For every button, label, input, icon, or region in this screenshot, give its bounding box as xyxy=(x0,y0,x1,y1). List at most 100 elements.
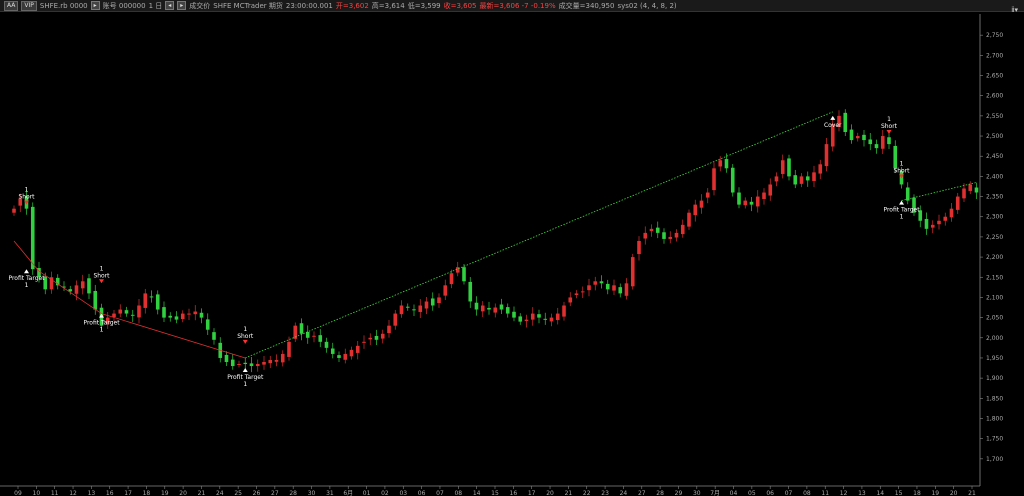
candle-body xyxy=(855,136,860,139)
candle-body xyxy=(593,281,598,285)
candle-body xyxy=(618,287,623,294)
candle-body xyxy=(655,227,660,233)
candle-body xyxy=(30,206,35,270)
x-tick-label: 20 xyxy=(179,490,187,496)
x-tick-label: 24 xyxy=(620,490,628,496)
x-tick-label: 21 xyxy=(565,490,573,496)
candle-body xyxy=(205,319,210,330)
candle-body xyxy=(868,139,873,145)
x-tick-label: 31 xyxy=(326,490,334,496)
x-tick-label: 26 xyxy=(253,490,261,496)
candle-body xyxy=(343,353,348,360)
y-tick-label: 2,150 xyxy=(986,274,1003,281)
candle-body xyxy=(68,289,73,292)
candle-body xyxy=(662,232,666,239)
signal-label: Short xyxy=(18,194,35,201)
candle-body xyxy=(793,175,798,185)
x-tick-label: 19 xyxy=(931,490,939,496)
candle-body xyxy=(480,305,485,312)
candle-body xyxy=(762,192,766,199)
candle-body xyxy=(880,136,885,149)
x-tick-label: 10 xyxy=(33,490,41,496)
chart-window: AA VIP SHFE.rb 0000 ▸ 账号 000000 1 日 ◂ ▸ … xyxy=(0,0,1024,496)
candle-body xyxy=(280,353,285,363)
candle-body xyxy=(355,345,360,353)
signal-label: Short xyxy=(93,272,110,279)
y-tick-label: 2,300 xyxy=(986,214,1003,221)
candle-body xyxy=(418,305,423,312)
x-tick-label: 13 xyxy=(858,490,866,496)
signal-qty: 1 xyxy=(900,214,904,221)
x-tick-label: 01 xyxy=(363,490,371,496)
candle-body xyxy=(674,232,679,238)
candle-body xyxy=(755,196,760,207)
candle-body xyxy=(474,302,479,310)
candle-body xyxy=(680,224,685,235)
candle-body xyxy=(12,208,16,213)
x-tick-label: 06 xyxy=(418,490,426,496)
y-tick-label: 2,450 xyxy=(986,153,1003,160)
candle-body xyxy=(255,364,260,367)
candle-body xyxy=(749,201,754,205)
signal-qty: 1 xyxy=(100,327,104,334)
x-tick-label: 28 xyxy=(656,490,664,496)
candle-body xyxy=(212,332,216,340)
candle-body xyxy=(437,297,441,304)
candle-body xyxy=(187,313,191,315)
x-tick-label: 25 xyxy=(234,490,242,496)
candle-body xyxy=(430,298,435,306)
x-tick-label: 19 xyxy=(161,490,169,496)
candle-body xyxy=(937,220,941,225)
cover-marker xyxy=(242,368,248,373)
y-tick-label: 2,400 xyxy=(986,173,1003,180)
trend-line xyxy=(38,270,102,314)
candle-body xyxy=(587,285,591,291)
price-chart[interactable]: 2,750 2,700 2,650 2,600 2,550 2,500 2,450 2,400… xyxy=(0,0,1024,496)
short-marker xyxy=(886,130,892,135)
x-tick-label: 03 xyxy=(399,490,407,496)
candle-body xyxy=(162,307,166,318)
candle-body xyxy=(774,176,779,182)
candle-body xyxy=(362,341,366,343)
candle-body xyxy=(168,315,173,318)
candle-body xyxy=(112,313,116,318)
candle-body xyxy=(649,228,654,232)
x-tick-label: 23 xyxy=(601,490,609,496)
candle-body xyxy=(305,331,310,338)
candle-body xyxy=(812,172,816,182)
candle-body xyxy=(237,364,241,366)
signal-qty: 1 xyxy=(887,116,891,123)
signal-qty: 1 xyxy=(243,381,247,388)
candle-body xyxy=(118,309,123,314)
candle-body xyxy=(768,184,773,196)
x-tick-label: 11 xyxy=(821,490,829,496)
candle-body xyxy=(130,314,135,316)
x-tick-label: 15 xyxy=(895,490,903,496)
candle-body xyxy=(943,216,948,221)
candle-body xyxy=(249,363,254,367)
candle-body xyxy=(224,354,229,362)
candle-body xyxy=(287,341,291,357)
signal-qty: 1 xyxy=(243,326,247,333)
y-tick-label: 1,750 xyxy=(986,436,1003,443)
candle-body xyxy=(262,361,266,365)
candle-body xyxy=(574,293,579,296)
y-tick-label: 2,750 xyxy=(986,32,1003,39)
candle-body xyxy=(624,283,629,296)
signal-label: Profit Target xyxy=(227,374,264,381)
candle-body xyxy=(405,306,410,308)
x-tick-label: 05 xyxy=(748,490,756,496)
candle-body xyxy=(668,236,673,239)
x-tick-label: 13 xyxy=(88,490,96,496)
trend-line xyxy=(101,313,246,359)
candle-body xyxy=(74,285,79,294)
cover-marker xyxy=(830,115,836,120)
cover-marker xyxy=(24,269,29,274)
candle-body xyxy=(230,359,235,367)
x-tick-label: 21 xyxy=(198,490,206,496)
x-tick-label: 07 xyxy=(436,490,444,496)
x-tick-label: 27 xyxy=(638,490,646,496)
candle-body xyxy=(505,307,510,314)
cover-marker xyxy=(899,200,904,205)
candle-body xyxy=(799,176,804,184)
